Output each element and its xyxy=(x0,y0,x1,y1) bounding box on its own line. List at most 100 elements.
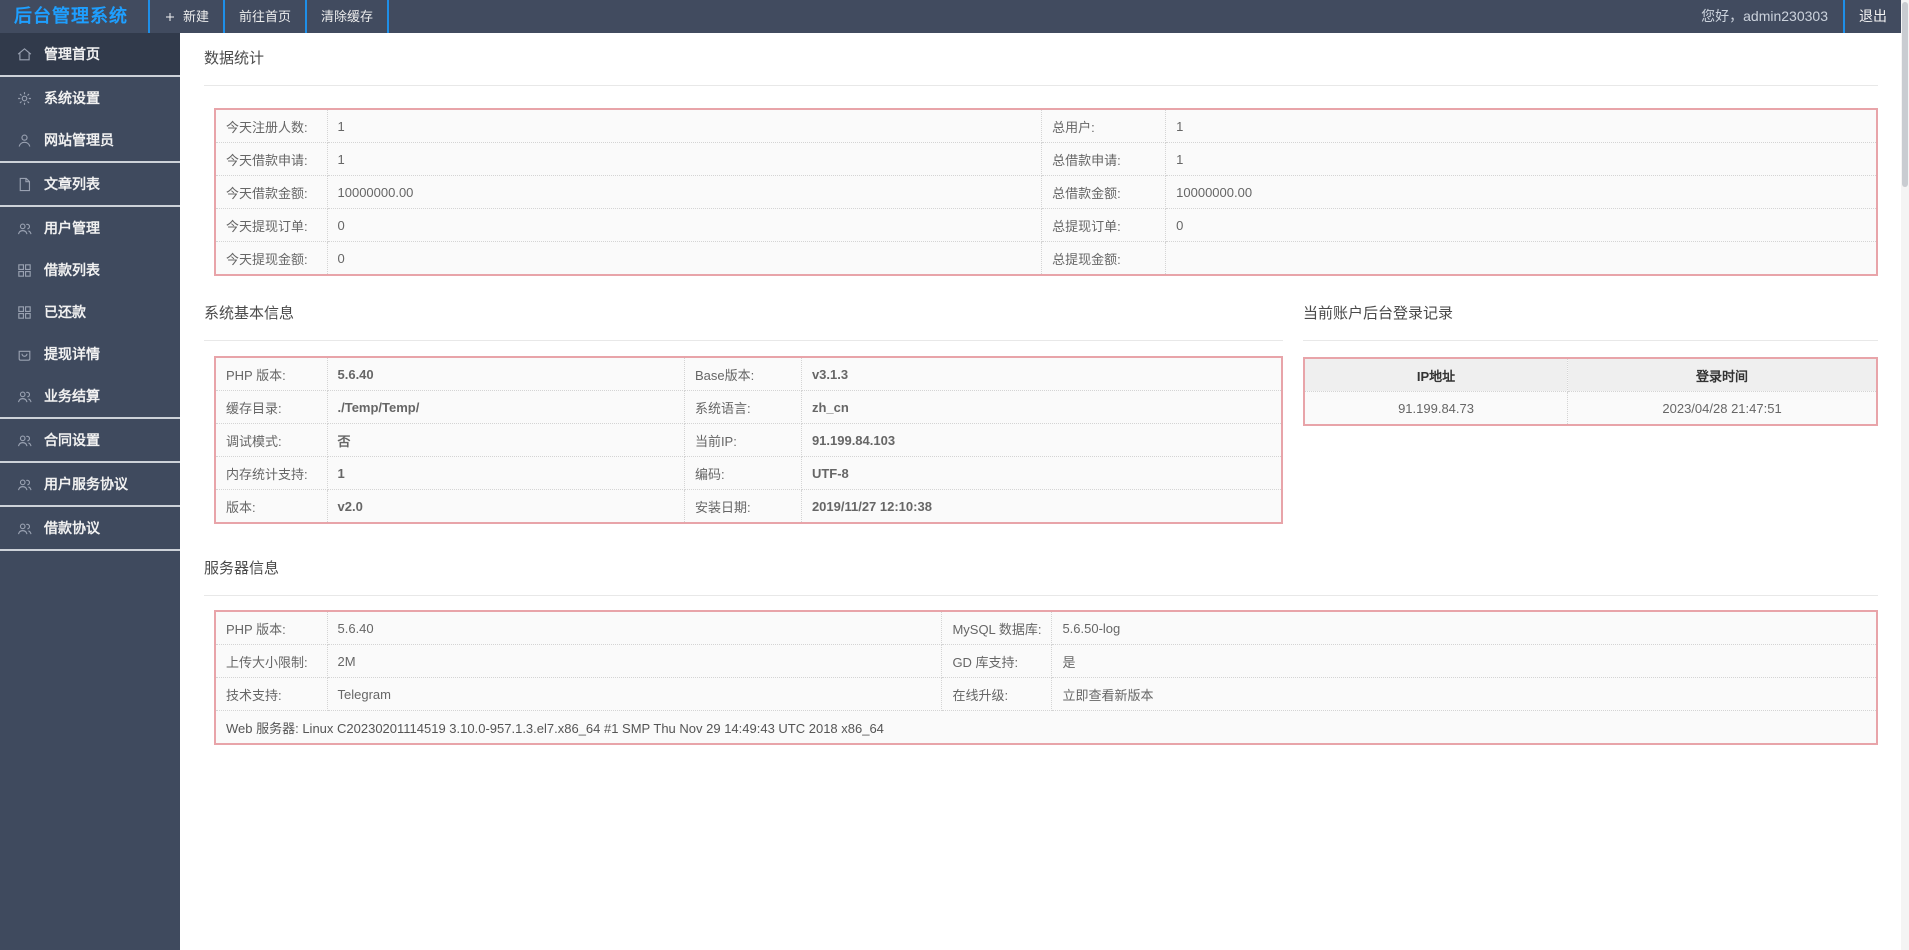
table-row: 技术支持: Telegram 在线升级: 立即查看新版本 xyxy=(214,677,1878,711)
field-value: 10000000.00 xyxy=(326,175,1043,209)
field-label: 安装日期: xyxy=(683,489,802,524)
sidebar-item-label: 借款协议 xyxy=(44,520,100,536)
table-header-row: IP地址 登录时间 xyxy=(1303,357,1878,392)
table-row: 今天提现订单: 0 总提现订单: 0 xyxy=(214,208,1878,242)
login-record-table: IP地址 登录时间 91.199.84.73 2023/04/28 21:47:51 xyxy=(1303,357,1878,426)
stats-section-title: 数据统计 xyxy=(204,50,265,67)
basic-info-table-wrap: PHP 版本: 5.6.40 Base版本: v3.1.3 缓存目录: ./Temp/Te… xyxy=(214,356,1283,524)
sidebar-item-contract-settings[interactable]: 合同设置 xyxy=(0,419,180,461)
grid-icon xyxy=(18,305,31,319)
table-row: 今天注册人数: 1 总用户: 1 xyxy=(214,108,1878,143)
topbar-right: 您好，admin230303 退出 xyxy=(1701,0,1901,33)
field-label: GD 库支持: xyxy=(941,644,1053,678)
users-icon xyxy=(17,523,32,534)
field-label: 技术支持: xyxy=(214,677,328,711)
app-logo: 后台管理系统 xyxy=(14,6,128,26)
field-value: 91.199.84.73 xyxy=(1303,391,1569,426)
sidebar-item-repaid[interactable]: 已还款 xyxy=(0,291,180,333)
plus-icon xyxy=(166,12,174,21)
user-icon xyxy=(18,134,31,147)
section-divider xyxy=(204,85,1878,86)
table-row: PHP 版本: 5.6.40 MySQL 数据库: 5.6.50-log xyxy=(214,610,1878,645)
users-icon xyxy=(17,435,32,446)
field-value: 0 xyxy=(1165,208,1878,242)
table-row: 上传大小限制: 2M GD 库支持: 是 xyxy=(214,644,1878,678)
sidebar-item-withdrawal-details[interactable]: 提现详情 xyxy=(0,333,180,375)
go-homepage-button[interactable]: 前往首页 xyxy=(223,0,305,33)
field-value: 1 xyxy=(1165,142,1878,176)
field-value: 0 xyxy=(326,241,1043,276)
field-value: Telegram xyxy=(326,677,943,711)
users-icon xyxy=(17,479,32,490)
field-value: 1 xyxy=(326,142,1043,176)
table-row: Web 服务器: Linux C20230201114519 3.10.0-95… xyxy=(214,710,1878,745)
field-label: 版本: xyxy=(214,489,328,524)
field-value: 1 xyxy=(326,456,685,490)
users-icon xyxy=(17,223,32,234)
scrollbar-thumb[interactable] xyxy=(1902,2,1908,187)
new-button[interactable]: 新建 xyxy=(148,0,223,33)
grid-icon xyxy=(18,263,31,277)
field-label: 在线升级: xyxy=(941,677,1053,711)
server-info-table: PHP 版本: 5.6.40 MySQL 数据库: 5.6.50-log 上传大小限制:… xyxy=(214,610,1878,745)
table-row: 今天提现金额: 0 总提现金额: xyxy=(214,241,1878,276)
user-greeting: 您好，admin230303 xyxy=(1701,8,1828,24)
field-value: 2019/11/27 12:10:38 xyxy=(800,489,1283,524)
table-row: 91.199.84.73 2023/04/28 21:47:51 xyxy=(1303,391,1878,426)
sidebar-item-label: 合同设置 xyxy=(44,432,100,448)
sidebar-item-label: 用户管理 xyxy=(44,220,100,236)
system-info-column: 系统基本信息 PHP 版本: 5.6.40 Base版本: v3.1.3 缓存目录: ./… xyxy=(204,276,1283,524)
field-value: 2M xyxy=(326,644,943,678)
top-bar: 后台管理系统 新建 前往首页 清除缓存 您好，admin230303 退出 xyxy=(0,0,1901,33)
sidebar-item-system-settings[interactable]: 系统设置 xyxy=(0,77,180,119)
column-header: IP地址 xyxy=(1303,357,1569,392)
sidebar-item-label: 网站管理员 xyxy=(44,132,114,148)
field-label: 今天提现金额: xyxy=(214,241,328,276)
main-content: 数据统计 今天注册人数: 1 总用户: 1 今天借款申请: 1 总借款申请: 1 今天借款金额:… xyxy=(180,33,1901,950)
sidebar-item-label: 用户服务协议 xyxy=(44,476,128,492)
sidebar-item-user-service-agreement[interactable]: 用户服务协议 xyxy=(0,463,180,505)
field-label: PHP 版本: xyxy=(214,610,328,645)
field-label: MySQL 数据库: xyxy=(941,610,1053,645)
sidebar-item-label: 文章列表 xyxy=(44,176,100,192)
home-icon xyxy=(17,47,32,60)
table-row: 内存统计支持: 1 编码: UTF-8 xyxy=(214,456,1283,490)
clear-cache-label: 清除缓存 xyxy=(321,9,374,24)
sidebar-item-user-management[interactable]: 用户管理 xyxy=(0,207,180,249)
field-label: 缓存目录: xyxy=(214,390,328,424)
field-value: 5.6.50-log xyxy=(1051,610,1878,645)
sidebar-item-loan-list[interactable]: 借款列表 xyxy=(0,249,180,291)
sidebar-separator xyxy=(0,549,180,551)
field-value: ./Temp/Temp/ xyxy=(326,390,685,424)
users-icon xyxy=(17,391,32,402)
sidebar-item-dashboard[interactable]: 管理首页 xyxy=(0,33,180,75)
file-icon xyxy=(19,177,31,191)
bag-icon xyxy=(18,350,31,361)
field-value: 2023/04/28 21:47:51 xyxy=(1567,391,1878,426)
sidebar-item-label: 借款列表 xyxy=(44,262,100,278)
sidebar-item-label: 已还款 xyxy=(44,304,86,320)
field-label: 当前IP: xyxy=(683,423,802,457)
field-label: 今天借款申请: xyxy=(214,142,328,176)
field-value: 91.199.84.103 xyxy=(800,423,1283,457)
server-info-section-title: 服务器信息 xyxy=(204,560,280,577)
section-divider xyxy=(204,595,1878,596)
stats-table-wrap: 今天注册人数: 1 总用户: 1 今天借款申请: 1 总借款申请: 1 今天借款金额: 10000… xyxy=(214,108,1878,276)
sidebar-item-label: 业务结算 xyxy=(44,388,100,404)
field-value: 否 xyxy=(326,423,685,457)
vertical-scrollbar[interactable] xyxy=(1901,0,1909,950)
web-server-info: Web 服务器: Linux C20230201114519 3.10.0-95… xyxy=(214,710,1878,745)
field-value: 5.6.40 xyxy=(326,610,943,645)
table-row: 版本: v2.0 安装日期: 2019/11/27 12:10:38 xyxy=(214,489,1283,524)
sidebar-item-article-list[interactable]: 文章列表 xyxy=(0,163,180,205)
sidebar-item-site-admin[interactable]: 网站管理员 xyxy=(0,119,180,161)
sidebar-item-loan-agreement[interactable]: 借款协议 xyxy=(0,507,180,549)
table-row: 今天借款金额: 10000000.00 总借款金额: 10000000.00 xyxy=(214,175,1878,209)
field-label: 今天提现订单: xyxy=(214,208,328,242)
field-label: 内存统计支持: xyxy=(214,456,328,490)
logout-button[interactable]: 退出 xyxy=(1843,0,1901,33)
field-value: 1 xyxy=(326,108,1043,143)
field-value: v3.1.3 xyxy=(800,356,1283,391)
clear-cache-button[interactable]: 清除缓存 xyxy=(305,0,390,33)
sidebar-item-business-settlement[interactable]: 业务结算 xyxy=(0,375,180,417)
